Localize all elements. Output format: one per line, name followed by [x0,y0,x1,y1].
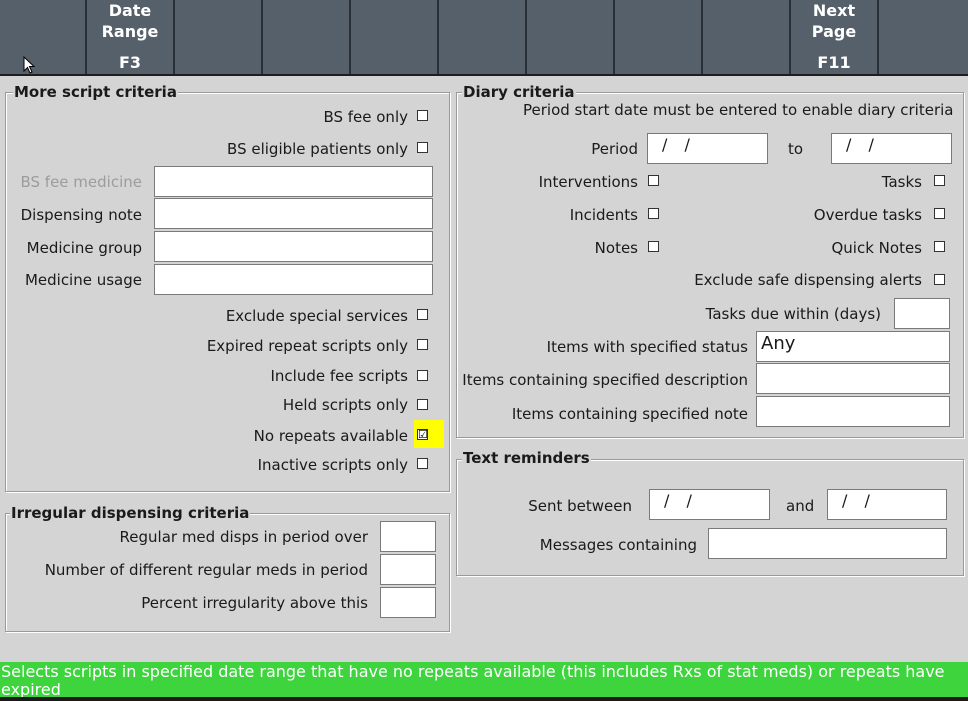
no-repeats-checkbox[interactable]: ☑ [417,429,428,440]
fkey-3[interactable] [175,0,263,74]
items-description-input[interactable] [756,363,950,394]
exclude-special-checkbox[interactable] [417,309,428,320]
quick-notes-label: Quick Notes [831,239,922,257]
incidents-label: Incidents [569,206,638,224]
no-repeats-label: No repeats available [253,427,408,445]
status-bar-divider [0,697,968,701]
expired-repeat-label: Expired repeat scripts only [206,337,408,355]
percent-irregularity-label: Percent irregularity above this [141,594,368,612]
irregular-dispensing-title: Irregular dispensing criteria [10,504,251,522]
fkey-1[interactable] [0,0,87,74]
period-from-input[interactable]: / / [647,133,768,164]
function-key-bar: Date Range F3 Next Page F11 [0,0,968,76]
percent-irregularity-input[interactable] [380,587,436,618]
items-status-label: Items with specified status [546,338,748,356]
notes-label: Notes [594,239,638,257]
messages-containing-input[interactable] [708,528,947,559]
regular-med-label: Regular med disps in period over [119,528,368,546]
date-range-button[interactable]: Date Range F3 [87,0,175,74]
inactive-scripts-label: Inactive scripts only [257,456,408,474]
fkey-9[interactable] [703,0,791,74]
next-page-line1: Next [812,1,856,20]
and-label: and [786,497,815,515]
medicine-usage-input[interactable] [154,264,433,295]
overdue-tasks-label: Overdue tasks [813,206,922,224]
fkey-8[interactable] [615,0,703,74]
tasks-due-label: Tasks due within (days) [705,305,881,323]
next-page-key: F11 [817,53,851,72]
mouse-pointer-icon [23,56,35,74]
period-to-input[interactable]: / / [831,133,952,164]
num-different-label: Number of different regular meds in peri… [44,561,368,579]
bs-eligible-label: BS eligible patients only [227,140,408,158]
more-script-criteria-title: More script criteria [13,83,178,101]
items-note-label: Items containing specified note [511,405,748,423]
next-page-button[interactable]: Next Page F11 [791,0,879,74]
next-page-line2: Page [811,22,857,41]
interventions-label: Interventions [538,173,638,191]
held-scripts-checkbox[interactable] [417,399,428,410]
fkey-6[interactable] [439,0,527,74]
fkey-4[interactable] [263,0,351,74]
status-text: Selects scripts in specified date range … [1,662,945,699]
fkey-5[interactable] [351,0,439,74]
bs-fee-medicine-label: BS fee medicine [20,173,142,191]
include-fee-label: Include fee scripts [270,367,409,385]
items-status-input[interactable]: Any [756,331,950,362]
sent-to-input[interactable]: / / [827,489,947,520]
notes-checkbox[interactable] [648,241,659,252]
medicine-group-label: Medicine group [26,239,142,257]
date-range-line2: Range [101,22,159,41]
date-range-key: F3 [118,53,142,72]
date-range-line1: Date [108,1,152,20]
diary-criteria-title: Diary criteria [462,83,576,101]
bs-fee-only-checkbox[interactable] [417,110,428,121]
held-scripts-label: Held scripts only [282,396,408,414]
bs-eligible-checkbox[interactable] [417,142,428,153]
fkey-7[interactable] [527,0,615,74]
fkey-11[interactable] [879,0,968,74]
medicine-usage-label: Medicine usage [24,271,142,289]
status-bar: Selects scripts in specified date range … [0,662,968,701]
exclude-safe-dispensing-label: Exclude safe dispensing alerts [694,271,922,289]
overdue-tasks-checkbox[interactable] [934,208,945,219]
sent-from-input[interactable]: / / [649,489,770,520]
dispensing-note-label: Dispensing note [20,206,142,224]
items-description-label: Items containing specified description [462,371,748,389]
dispensing-note-input[interactable] [154,198,433,229]
to-label: to [788,140,804,158]
period-label: Period [591,140,638,158]
tasks-checkbox[interactable] [934,175,945,186]
include-fee-checkbox[interactable] [417,370,428,381]
items-note-input[interactable] [756,396,950,427]
interventions-checkbox[interactable] [648,175,659,186]
exclude-safe-dispensing-checkbox[interactable] [934,274,945,285]
messages-containing-label: Messages containing [539,536,697,554]
bs-fee-only-label: BS fee only [323,108,408,126]
inactive-scripts-checkbox[interactable] [417,458,428,469]
expired-repeat-checkbox[interactable] [417,339,428,350]
diary-note: Period start date must be entered to ena… [523,101,954,119]
incidents-checkbox[interactable] [648,208,659,219]
text-reminders-title: Text reminders [462,449,591,467]
exclude-special-label: Exclude special services [225,307,408,325]
tasks-label: Tasks [881,173,922,191]
medicine-group-input[interactable] [154,231,433,262]
tasks-due-input[interactable] [894,298,950,329]
quick-notes-checkbox[interactable] [934,241,945,252]
regular-med-input[interactable] [380,521,436,552]
bs-fee-medicine-input[interactable] [154,166,433,197]
num-different-input[interactable] [380,554,436,585]
sent-between-label: Sent between [528,497,632,515]
